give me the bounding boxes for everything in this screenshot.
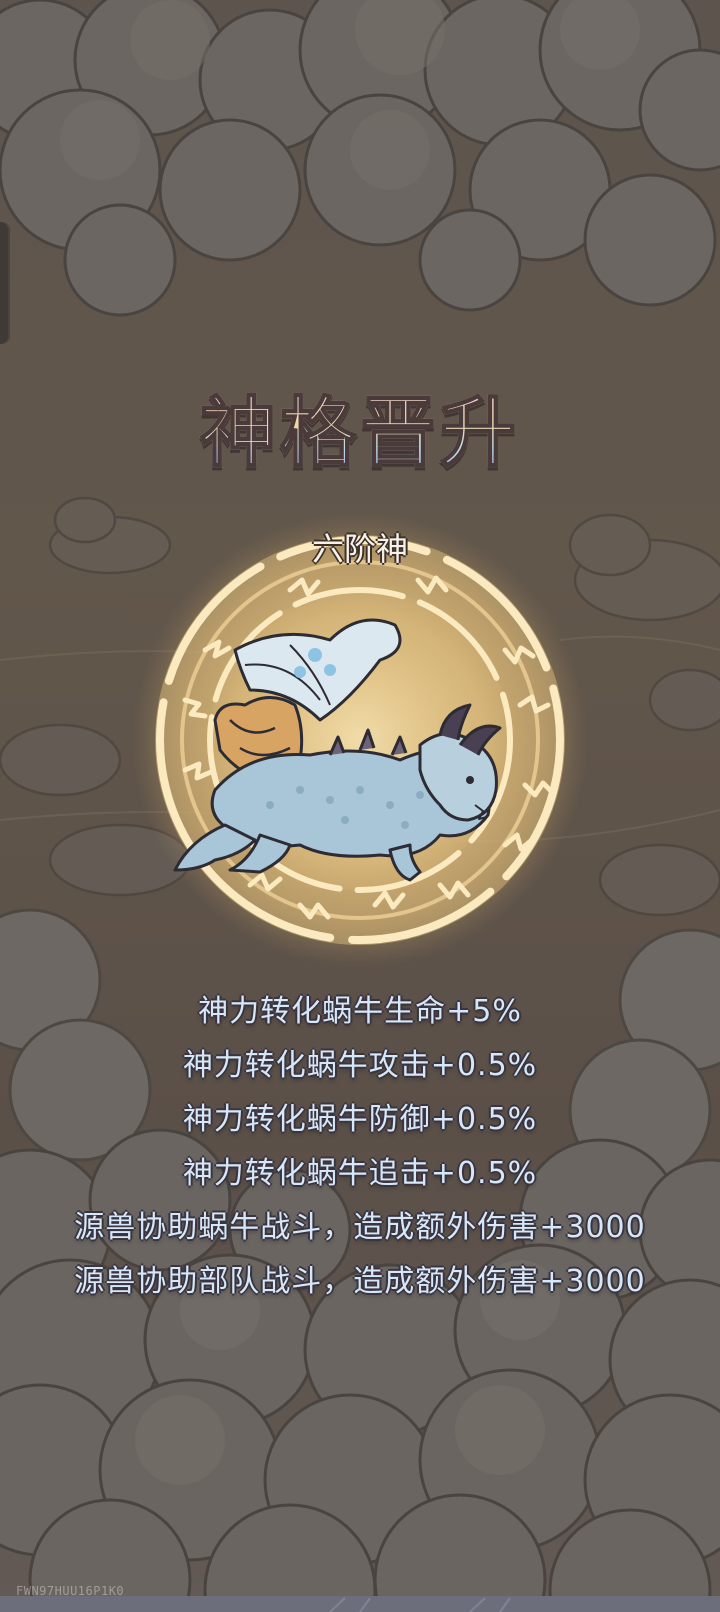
rune-circle-emblem [132,512,588,968]
stat-bonus-list: 神力转化蜗牛生命+5% 神力转化蜗牛攻击+0.5% 神力转化蜗牛防御+0.5% … [0,985,720,1309]
stat-bonus-item: 源兽协助部队战斗，造成额外伤害+3000 [74,1264,646,1299]
side-panel-handle[interactable] [0,222,10,344]
rank-label: 六阶神 [311,530,408,568]
page-title: 神格晋升 [0,387,720,478]
watermark-code: FWN97HUU16P1K0 [16,1584,125,1598]
stat-bonus-item: 源兽协助蜗牛战斗，造成额外伤害+3000 [74,1210,646,1245]
stat-bonus-item: 神力转化蜗牛防御+0.5% [182,1102,538,1137]
stat-bonus-item: 神力转化蜗牛生命+5% [198,994,522,1029]
stat-bonus-item: 神力转化蜗牛攻击+0.5% [182,1048,538,1083]
background-scene [0,0,720,1612]
stat-bonus-item: 神力转化蜗牛追击+0.5% [182,1156,538,1191]
